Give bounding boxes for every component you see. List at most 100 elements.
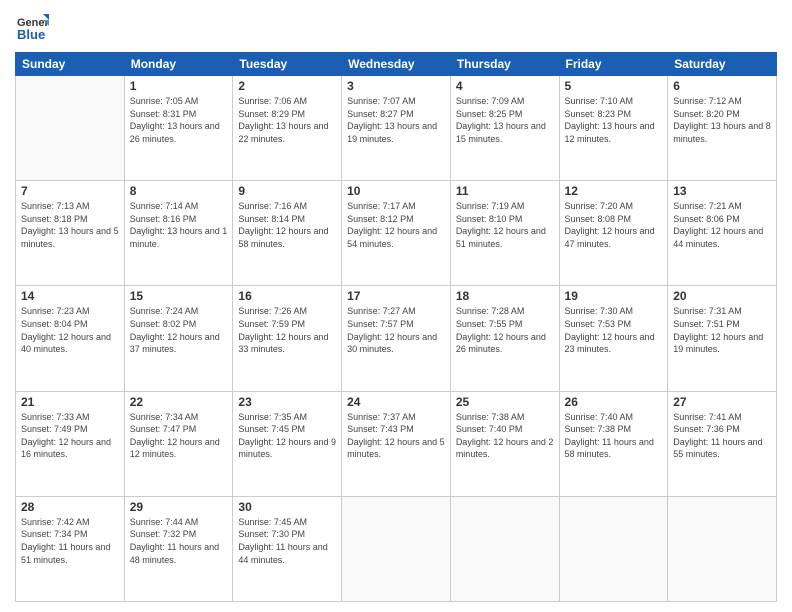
calendar-cell: 8 Sunrise: 7:14 AMSunset: 8:16 PMDaylight… <box>124 181 233 286</box>
day-number: 22 <box>130 395 228 409</box>
calendar-cell: 23 Sunrise: 7:35 AMSunset: 7:45 PMDayligh… <box>233 391 342 496</box>
calendar-cell: 2 Sunrise: 7:06 AMSunset: 8:29 PMDaylight… <box>233 76 342 181</box>
day-number: 20 <box>673 289 771 303</box>
day-info: Sunrise: 7:26 AMSunset: 7:59 PMDaylight:… <box>238 305 336 355</box>
day-number: 10 <box>347 184 445 198</box>
calendar-cell <box>559 496 668 601</box>
week-row-3: 21 Sunrise: 7:33 AMSunset: 7:49 PMDayligh… <box>16 391 777 496</box>
day-info: Sunrise: 7:16 AMSunset: 8:14 PMDaylight:… <box>238 200 336 250</box>
calendar-cell: 24 Sunrise: 7:37 AMSunset: 7:43 PMDayligh… <box>342 391 451 496</box>
day-number: 23 <box>238 395 336 409</box>
week-row-0: 1 Sunrise: 7:05 AMSunset: 8:31 PMDaylight… <box>16 76 777 181</box>
day-number: 3 <box>347 79 445 93</box>
day-info: Sunrise: 7:28 AMSunset: 7:55 PMDaylight:… <box>456 305 554 355</box>
day-info: Sunrise: 7:34 AMSunset: 7:47 PMDaylight:… <box>130 411 228 461</box>
day-info: Sunrise: 7:12 AMSunset: 8:20 PMDaylight:… <box>673 95 771 145</box>
calendar-cell: 1 Sunrise: 7:05 AMSunset: 8:31 PMDaylight… <box>124 76 233 181</box>
day-number: 13 <box>673 184 771 198</box>
day-number: 15 <box>130 289 228 303</box>
calendar-cell: 10 Sunrise: 7:17 AMSunset: 8:12 PMDayligh… <box>342 181 451 286</box>
day-number: 11 <box>456 184 554 198</box>
calendar-cell <box>668 496 777 601</box>
day-info: Sunrise: 7:05 AMSunset: 8:31 PMDaylight:… <box>130 95 228 145</box>
day-number: 17 <box>347 289 445 303</box>
calendar-cell: 5Sunrise: 7:10 AMSunset: 8:23 PMDaylight… <box>559 76 668 181</box>
day-number: 1 <box>130 79 228 93</box>
weekday-header-saturday: Saturday <box>668 53 777 76</box>
day-info: Sunrise: 7:31 AMSunset: 7:51 PMDaylight:… <box>673 305 771 355</box>
day-info: Sunrise: 7:33 AMSunset: 7:49 PMDaylight:… <box>21 411 119 461</box>
day-number: 14 <box>21 289 119 303</box>
header: General Blue <box>15 10 777 44</box>
day-number: 16 <box>238 289 336 303</box>
day-number: 18 <box>456 289 554 303</box>
calendar-cell: 28 Sunrise: 7:42 AMSunset: 7:34 PMDayligh… <box>16 496 125 601</box>
day-info: Sunrise: 7:35 AMSunset: 7:45 PMDaylight:… <box>238 411 336 461</box>
week-row-4: 28 Sunrise: 7:42 AMSunset: 7:34 PMDayligh… <box>16 496 777 601</box>
day-number: 25 <box>456 395 554 409</box>
day-info: Sunrise: 7:38 AMSunset: 7:40 PMDaylight:… <box>456 411 554 461</box>
day-info: Sunrise: 7:24 AMSunset: 8:02 PMDaylight:… <box>130 305 228 355</box>
day-info: Sunrise: 7:14 AMSunset: 8:16 PMDaylight:… <box>130 200 228 250</box>
calendar-cell: 16 Sunrise: 7:26 AMSunset: 7:59 PMDayligh… <box>233 286 342 391</box>
calendar-cell: 7 Sunrise: 7:13 AMSunset: 8:18 PMDaylight… <box>16 181 125 286</box>
day-number: 12 <box>565 184 663 198</box>
weekday-header-tuesday: Tuesday <box>233 53 342 76</box>
day-info: Sunrise: 7:44 AMSunset: 7:32 PMDaylight:… <box>130 516 228 566</box>
day-number: 8 <box>130 184 228 198</box>
calendar-cell: 22 Sunrise: 7:34 AMSunset: 7:47 PMDayligh… <box>124 391 233 496</box>
day-number: 7 <box>21 184 119 198</box>
day-number: 2 <box>238 79 336 93</box>
calendar-cell: 15 Sunrise: 7:24 AMSunset: 8:02 PMDayligh… <box>124 286 233 391</box>
day-info: Sunrise: 7:41 AMSunset: 7:36 PMDaylight:… <box>673 411 771 461</box>
calendar-cell <box>16 76 125 181</box>
weekday-header-row: SundayMondayTuesdayWednesdayThursdayFrid… <box>16 53 777 76</box>
day-number: 6 <box>673 79 771 93</box>
day-info: Sunrise: 7:07 AMSunset: 8:27 PMDaylight:… <box>347 95 445 145</box>
day-info: Sunrise: 7:10 AMSunset: 8:23 PMDaylight:… <box>565 95 663 145</box>
day-info: Sunrise: 7:45 AMSunset: 7:30 PMDaylight:… <box>238 516 336 566</box>
calendar-cell: 30Sunrise: 7:45 AMSunset: 7:30 PMDayligh… <box>233 496 342 601</box>
calendar-cell: 3 Sunrise: 7:07 AMSunset: 8:27 PMDaylight… <box>342 76 451 181</box>
day-info: Sunrise: 7:37 AMSunset: 7:43 PMDaylight:… <box>347 411 445 461</box>
day-number: 4 <box>456 79 554 93</box>
calendar-cell <box>450 496 559 601</box>
calendar-cell: 29 Sunrise: 7:44 AMSunset: 7:32 PMDayligh… <box>124 496 233 601</box>
day-number: 28 <box>21 500 119 514</box>
weekday-header-wednesday: Wednesday <box>342 53 451 76</box>
calendar-cell: 4 Sunrise: 7:09 AMSunset: 8:25 PMDaylight… <box>450 76 559 181</box>
day-number: 26 <box>565 395 663 409</box>
day-info: Sunrise: 7:27 AMSunset: 7:57 PMDaylight:… <box>347 305 445 355</box>
day-info: Sunrise: 7:17 AMSunset: 8:12 PMDaylight:… <box>347 200 445 250</box>
calendar-cell: 6 Sunrise: 7:12 AMSunset: 8:20 PMDaylight… <box>668 76 777 181</box>
calendar-cell: 12 Sunrise: 7:20 AMSunset: 8:08 PMDayligh… <box>559 181 668 286</box>
weekday-header-monday: Monday <box>124 53 233 76</box>
svg-text:Blue: Blue <box>17 27 45 42</box>
week-row-2: 14Sunrise: 7:23 AMSunset: 8:04 PMDayligh… <box>16 286 777 391</box>
calendar-cell: 13 Sunrise: 7:21 AMSunset: 8:06 PMDayligh… <box>668 181 777 286</box>
week-row-1: 7 Sunrise: 7:13 AMSunset: 8:18 PMDaylight… <box>16 181 777 286</box>
calendar-cell: 14Sunrise: 7:23 AMSunset: 8:04 PMDayligh… <box>16 286 125 391</box>
day-info: Sunrise: 7:06 AMSunset: 8:29 PMDaylight:… <box>238 95 336 145</box>
day-info: Sunrise: 7:40 AMSunset: 7:38 PMDaylight:… <box>565 411 663 461</box>
logo: General Blue <box>15 10 49 44</box>
day-number: 9 <box>238 184 336 198</box>
day-info: Sunrise: 7:42 AMSunset: 7:34 PMDaylight:… <box>21 516 119 566</box>
day-number: 29 <box>130 500 228 514</box>
calendar-cell: 17 Sunrise: 7:27 AMSunset: 7:57 PMDayligh… <box>342 286 451 391</box>
calendar-cell: 19 Sunrise: 7:30 AMSunset: 7:53 PMDayligh… <box>559 286 668 391</box>
weekday-header-sunday: Sunday <box>16 53 125 76</box>
day-info: Sunrise: 7:20 AMSunset: 8:08 PMDaylight:… <box>565 200 663 250</box>
day-info: Sunrise: 7:21 AMSunset: 8:06 PMDaylight:… <box>673 200 771 250</box>
day-info: Sunrise: 7:19 AMSunset: 8:10 PMDaylight:… <box>456 200 554 250</box>
day-number: 19 <box>565 289 663 303</box>
calendar-table: SundayMondayTuesdayWednesdayThursdayFrid… <box>15 52 777 602</box>
calendar-cell: 26 Sunrise: 7:40 AMSunset: 7:38 PMDayligh… <box>559 391 668 496</box>
day-info: Sunrise: 7:13 AMSunset: 8:18 PMDaylight:… <box>21 200 119 250</box>
day-info: Sunrise: 7:30 AMSunset: 7:53 PMDaylight:… <box>565 305 663 355</box>
calendar-cell: 27Sunrise: 7:41 AMSunset: 7:36 PMDayligh… <box>668 391 777 496</box>
day-info: Sunrise: 7:09 AMSunset: 8:25 PMDaylight:… <box>456 95 554 145</box>
calendar-cell: 18 Sunrise: 7:28 AMSunset: 7:55 PMDayligh… <box>450 286 559 391</box>
day-number: 24 <box>347 395 445 409</box>
day-number: 21 <box>21 395 119 409</box>
